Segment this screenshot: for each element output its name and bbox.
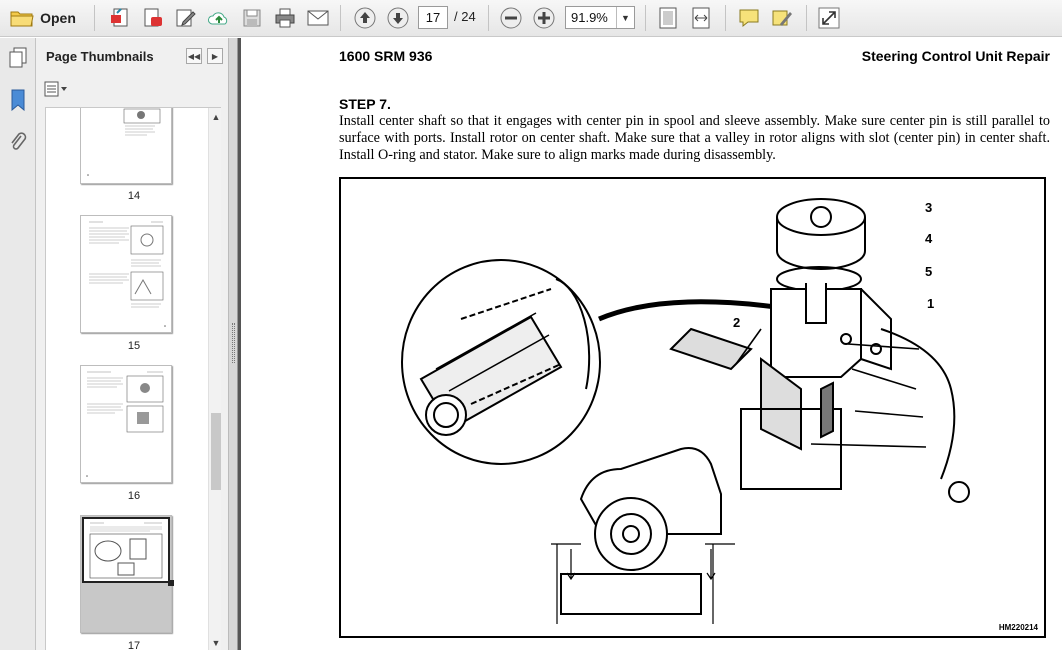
navigation-rail xyxy=(0,38,36,650)
thumbnail-page-14[interactable] xyxy=(80,108,172,184)
callout-1: 1 xyxy=(927,296,935,311)
create-pdf-icon xyxy=(109,7,131,29)
create-pdf-button[interactable] xyxy=(106,5,134,31)
thumbnails-scrollbar[interactable]: ▲ ▼ xyxy=(208,108,221,650)
export-pdf-button[interactable] xyxy=(139,5,167,31)
fit-page-icon xyxy=(658,7,678,29)
toolbar: Open 17 / 24 91.9% ▼ xyxy=(0,0,1062,37)
envelope-icon xyxy=(307,10,329,26)
callout-5: 5 xyxy=(925,264,933,279)
resize-handle[interactable] xyxy=(168,580,174,586)
panel-title: Page Thumbnails xyxy=(46,49,154,64)
fit-width-button[interactable] xyxy=(687,5,715,31)
thumbnail-page-17-selected[interactable] xyxy=(80,515,174,633)
page-preview xyxy=(89,522,163,579)
scroll-up-arrow[interactable]: ▲ xyxy=(211,112,221,122)
comment-icon xyxy=(738,8,760,28)
splitter-grip[interactable] xyxy=(232,323,235,363)
scrollbar-thumb[interactable] xyxy=(211,413,221,490)
toolbar-divider xyxy=(806,5,807,31)
callout-4: 4 xyxy=(925,231,933,246)
open-label: Open xyxy=(40,10,76,26)
highlighter-icon xyxy=(771,7,793,29)
fit-page-button[interactable] xyxy=(654,5,682,31)
thumbnail-page-15[interactable] xyxy=(80,215,172,333)
thumbnail-label: 16 xyxy=(127,490,141,502)
toolbar-divider xyxy=(645,5,646,31)
options-list-icon xyxy=(44,81,70,102)
callout-2: 2 xyxy=(733,315,741,330)
double-chevron-left-icon: ◀◀ xyxy=(187,51,201,61)
folder-icon xyxy=(10,8,34,28)
thumbnail-page-16[interactable] xyxy=(80,365,172,483)
page-preview xyxy=(87,108,161,176)
header-right: Steering Control Unit Repair xyxy=(861,48,1050,64)
attachments-icon[interactable] xyxy=(6,130,30,154)
open-button[interactable]: Open xyxy=(6,5,80,31)
page-number-input[interactable]: 17 xyxy=(418,6,448,29)
expand-icon xyxy=(818,7,840,29)
document-page: 1600 SRM 936 Steering Control Unit Repai… xyxy=(241,38,1062,650)
cloud-upload-button[interactable] xyxy=(205,5,233,31)
zoom-value: 91.9% xyxy=(571,10,608,25)
step-title: STEP 7. xyxy=(339,96,391,112)
comment-button[interactable] xyxy=(735,5,763,31)
save-icon xyxy=(242,8,262,28)
chevron-right-icon: ▶ xyxy=(211,51,219,61)
thumbnail-label: 15 xyxy=(127,340,141,352)
thumbnail-label: 14 xyxy=(127,190,141,202)
pdf-export-icon xyxy=(142,7,164,29)
zoom-in-button[interactable] xyxy=(530,5,558,31)
toolbar-divider xyxy=(488,5,489,31)
fit-width-icon xyxy=(691,7,711,29)
highlight-button[interactable] xyxy=(768,5,796,31)
figure-id: HM220214 xyxy=(998,623,1038,632)
toolbar-divider xyxy=(94,5,95,31)
next-page-button[interactable] xyxy=(384,5,412,31)
minus-icon xyxy=(500,7,522,29)
edit-icon xyxy=(175,7,197,29)
thumbnails-panel: Page Thumbnails ◀◀ ▶ 14 15 16 17 ▲ ▼ xyxy=(36,38,228,650)
toolbar-divider xyxy=(340,5,341,31)
collapse-panel-button[interactable]: ◀◀ xyxy=(186,48,202,64)
zoom-out-button[interactable] xyxy=(497,5,525,31)
assembly-illustration xyxy=(401,198,970,624)
save-button[interactable] xyxy=(238,5,266,31)
scroll-down-arrow[interactable]: ▼ xyxy=(211,638,221,648)
page-total: / 24 xyxy=(454,9,476,24)
email-button[interactable] xyxy=(304,5,332,31)
cloud-upload-icon xyxy=(207,7,231,29)
chevron-down-icon[interactable]: ▼ xyxy=(616,7,634,28)
visible-area-frame xyxy=(82,517,170,583)
arrow-up-icon xyxy=(354,7,376,29)
header-left: 1600 SRM 936 xyxy=(339,48,433,64)
bookmarks-icon[interactable] xyxy=(6,88,30,112)
step-instructions: Install center shaft so that it engages … xyxy=(339,113,1050,163)
panel-splitter[interactable] xyxy=(228,38,238,650)
page-preview xyxy=(86,371,164,477)
thumbnail-options-button[interactable] xyxy=(44,81,70,102)
toolbar-divider xyxy=(725,5,726,31)
previous-page-button[interactable] xyxy=(351,5,379,31)
callout-3: 3 xyxy=(925,200,933,215)
full-screen-button[interactable] xyxy=(815,5,843,31)
edit-button[interactable] xyxy=(172,5,200,31)
thumbnail-label: 17 xyxy=(127,640,141,650)
printer-icon xyxy=(274,8,296,28)
zoom-select[interactable]: 91.9% ▼ xyxy=(565,6,635,29)
print-button[interactable] xyxy=(271,5,299,31)
page-preview xyxy=(89,221,166,327)
thumbnails-list: 14 15 16 17 ▲ ▼ xyxy=(45,107,221,650)
panel-close-button[interactable]: ▶ xyxy=(207,48,223,64)
page-thumbnails-icon[interactable] xyxy=(6,46,30,70)
plus-icon xyxy=(533,7,555,29)
steering-unit-figure: 3 4 5 1 2 HM220214 xyxy=(339,177,1046,638)
arrow-down-icon xyxy=(387,7,409,29)
